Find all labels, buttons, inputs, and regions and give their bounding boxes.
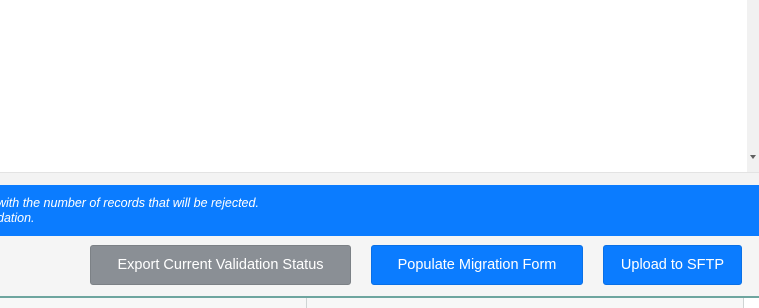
info-banner-line-1: with the number of records that will be … [0, 196, 259, 210]
info-banner: with the number of records that will be … [0, 185, 759, 236]
info-banner-line-2: dation. [0, 211, 35, 225]
bottom-column-divider [306, 298, 307, 308]
export-validation-status-button[interactable]: Export Current Validation Status [90, 245, 351, 285]
populate-migration-form-button[interactable]: Populate Migration Form [371, 245, 583, 285]
section-separator [0, 172, 759, 185]
scroll-down-arrow-icon[interactable] [750, 155, 756, 159]
vertical-scrollbar[interactable] [747, 0, 759, 172]
bottom-panel-edge [0, 296, 759, 308]
action-button-bar: Export Current Validation Status Populat… [0, 236, 759, 296]
upload-to-sftp-button[interactable]: Upload to SFTP [603, 245, 742, 285]
bottom-right-panel-edge [743, 298, 759, 308]
content-panel [0, 0, 747, 172]
